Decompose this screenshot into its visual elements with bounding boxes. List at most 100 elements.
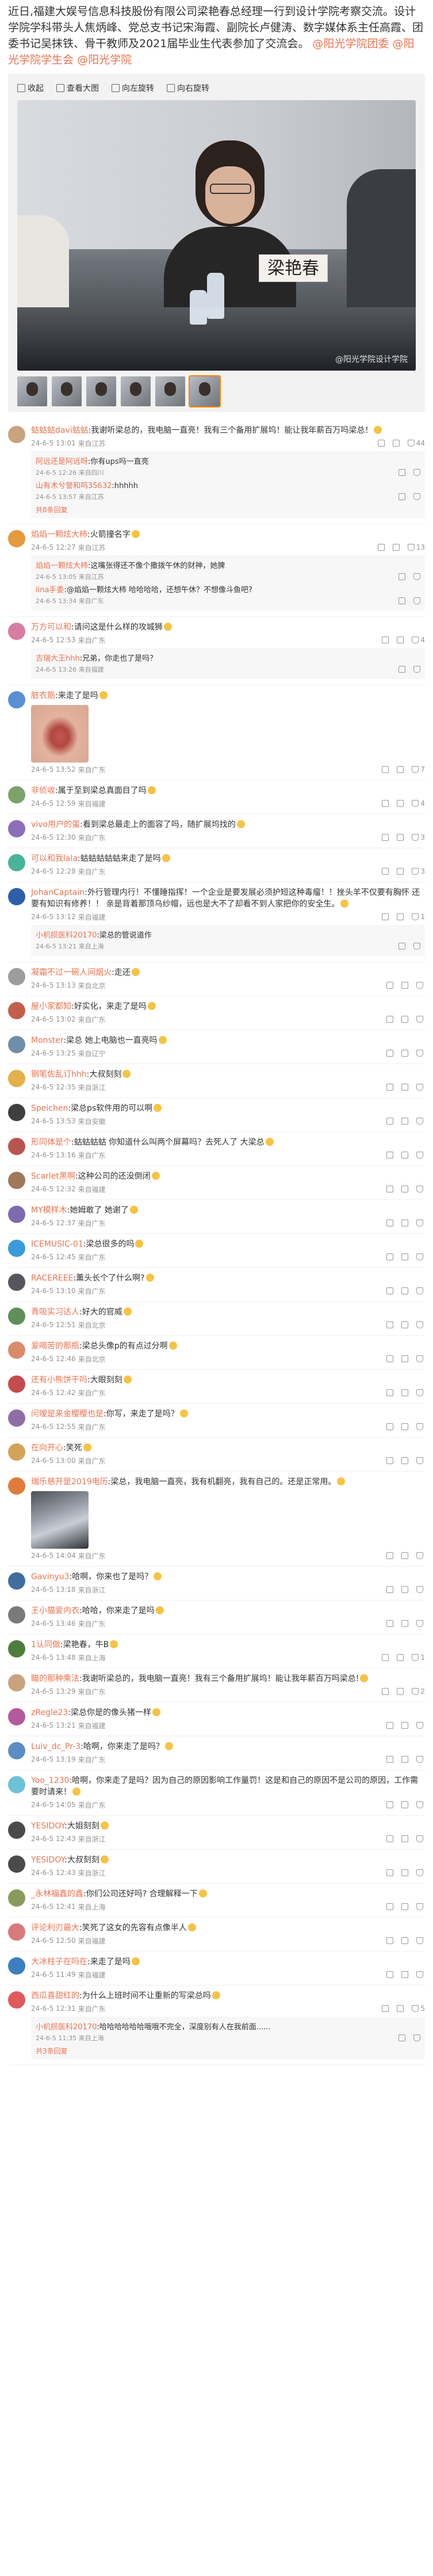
like-button[interactable]: 4	[412, 636, 425, 644]
share-icon[interactable]	[386, 1801, 393, 1808]
commenter-name[interactable]: Monster	[31, 1036, 63, 1045]
avatar[interactable]	[8, 623, 25, 640]
like-button[interactable]	[416, 1118, 425, 1125]
share-icon[interactable]	[377, 544, 385, 551]
commenter-name[interactable]: Yoo_1230	[31, 1776, 69, 1785]
commenter-name[interactable]: 蛄蛄蛄davi蛄蛄	[31, 426, 89, 435]
reply-icon[interactable]	[401, 1321, 408, 1328]
reply-icon[interactable]	[401, 1152, 408, 1159]
share-icon[interactable]	[386, 1253, 393, 1260]
avatar[interactable]	[8, 820, 25, 837]
reply-icon[interactable]	[401, 1620, 408, 1627]
commenter-name[interactable]: 1认同做	[31, 1640, 60, 1649]
commenter-name[interactable]: 评论利刃最大	[31, 1923, 79, 1933]
like-button[interactable]	[416, 1321, 425, 1328]
avatar[interactable]	[8, 1274, 25, 1291]
like-button[interactable]	[416, 1050, 425, 1057]
avatar[interactable]	[8, 1742, 25, 1759]
thumbnail[interactable]	[17, 376, 47, 406]
like-button[interactable]	[416, 1722, 425, 1729]
commenter-name[interactable]: 瞄的那种乘法	[31, 1674, 79, 1683]
share-icon[interactable]	[386, 1869, 393, 1876]
share-icon[interactable]	[386, 1903, 393, 1910]
share-icon[interactable]	[382, 1688, 389, 1695]
commenter-name[interactable]: 焰焰一颗炫大柿	[31, 530, 87, 539]
like-icon[interactable]	[413, 493, 420, 500]
commenter-name[interactable]: Gavinyu3	[31, 1572, 70, 1582]
commenter-name[interactable]: Scarlet黑啊	[31, 1172, 75, 1181]
commenter-name[interactable]: vivo用户的蛋	[31, 820, 80, 829]
commenter-name[interactable]: 还有小熊饼干吗	[31, 1375, 87, 1385]
commenter-name[interactable]: RACEREEE	[31, 1274, 73, 1283]
share-icon[interactable]	[386, 1016, 393, 1023]
avatar[interactable]	[8, 1708, 25, 1725]
like-button[interactable]: 44	[407, 439, 425, 447]
commenter-name[interactable]: YESIDOY	[31, 1822, 64, 1831]
avatar[interactable]	[8, 1002, 25, 1019]
reply-icon[interactable]	[401, 1457, 408, 1464]
avatar[interactable]	[8, 1070, 25, 1087]
reply-icon[interactable]	[401, 1084, 408, 1091]
view-large-button[interactable]: 查看大图	[56, 82, 99, 94]
avatar[interactable]	[8, 1640, 25, 1657]
commenter-name[interactable]: 大冰柱子在吗在	[31, 1957, 87, 1967]
commenter-name[interactable]: 脏衣筋	[31, 691, 55, 700]
share-icon[interactable]	[386, 982, 393, 989]
reply-icon[interactable]	[401, 1050, 408, 1057]
share-icon[interactable]	[382, 868, 389, 875]
share-icon[interactable]	[386, 1152, 393, 1159]
reply-icon[interactable]	[397, 913, 404, 920]
replier-name[interactable]: 阿远还是阿远呀	[36, 458, 88, 466]
share-icon[interactable]	[382, 834, 389, 841]
reply-icon[interactable]	[401, 1756, 408, 1763]
share-icon[interactable]	[386, 1084, 393, 1091]
like-button[interactable]: 13	[407, 543, 425, 551]
avatar[interactable]	[8, 1443, 25, 1461]
avatar[interactable]	[8, 530, 25, 547]
replier-name[interactable]: 小机损医科20170	[36, 2023, 97, 2032]
share-icon[interactable]	[377, 440, 385, 447]
avatar[interactable]	[8, 1822, 25, 1839]
avatar[interactable]	[8, 1138, 25, 1155]
reply-icon[interactable]	[401, 1835, 408, 1842]
share-icon[interactable]	[386, 1971, 393, 1978]
commenter-name[interactable]: 屋小家都知	[31, 1002, 71, 1011]
commenter-name[interactable]: 可以和我lala	[31, 854, 78, 863]
avatar[interactable]	[8, 786, 25, 803]
share-icon[interactable]	[386, 1118, 393, 1125]
like-button[interactable]	[416, 1620, 425, 1627]
like-button[interactable]	[416, 1186, 425, 1192]
share-icon[interactable]	[386, 1586, 393, 1593]
like-icon[interactable]	[413, 573, 420, 580]
like-button[interactable]	[416, 1903, 425, 1910]
avatar[interactable]	[8, 1206, 25, 1223]
like-button[interactable]	[416, 1084, 425, 1091]
commenter-name[interactable]: 西瓜喜甜红的	[31, 1991, 79, 2000]
avatar[interactable]	[8, 1923, 25, 1941]
reply-icon[interactable]	[401, 1586, 408, 1593]
commenter-name[interactable]: JohanCaptain	[31, 888, 85, 897]
avatar[interactable]	[8, 1409, 25, 1427]
share-icon[interactable]	[386, 1937, 393, 1944]
commenter-name[interactable]: 瑞乐慈开是2019电历	[31, 1477, 108, 1487]
commenter-name[interactable]: Speichen	[31, 1104, 68, 1113]
avatar[interactable]	[8, 1991, 25, 2009]
like-button[interactable]	[416, 1756, 425, 1763]
avatar[interactable]	[8, 691, 25, 708]
like-button[interactable]	[416, 1971, 425, 1978]
reply-icon[interactable]	[397, 868, 404, 875]
reply-icon[interactable]	[398, 666, 405, 673]
share-icon[interactable]	[386, 1835, 393, 1842]
share-icon[interactable]	[386, 1321, 393, 1328]
reply-icon[interactable]	[401, 1801, 408, 1808]
like-button[interactable]: 2	[412, 1687, 425, 1695]
reply-icon[interactable]	[398, 573, 405, 580]
like-button[interactable]	[416, 1152, 425, 1159]
avatar[interactable]	[8, 1036, 25, 1053]
share-icon[interactable]	[386, 1552, 393, 1559]
share-icon[interactable]	[382, 913, 389, 920]
reply-icon[interactable]	[397, 2005, 404, 2012]
reply-icon[interactable]	[398, 943, 405, 950]
like-button[interactable]	[416, 1016, 425, 1023]
commenter-name[interactable]: YESIDOY	[31, 1855, 64, 1865]
